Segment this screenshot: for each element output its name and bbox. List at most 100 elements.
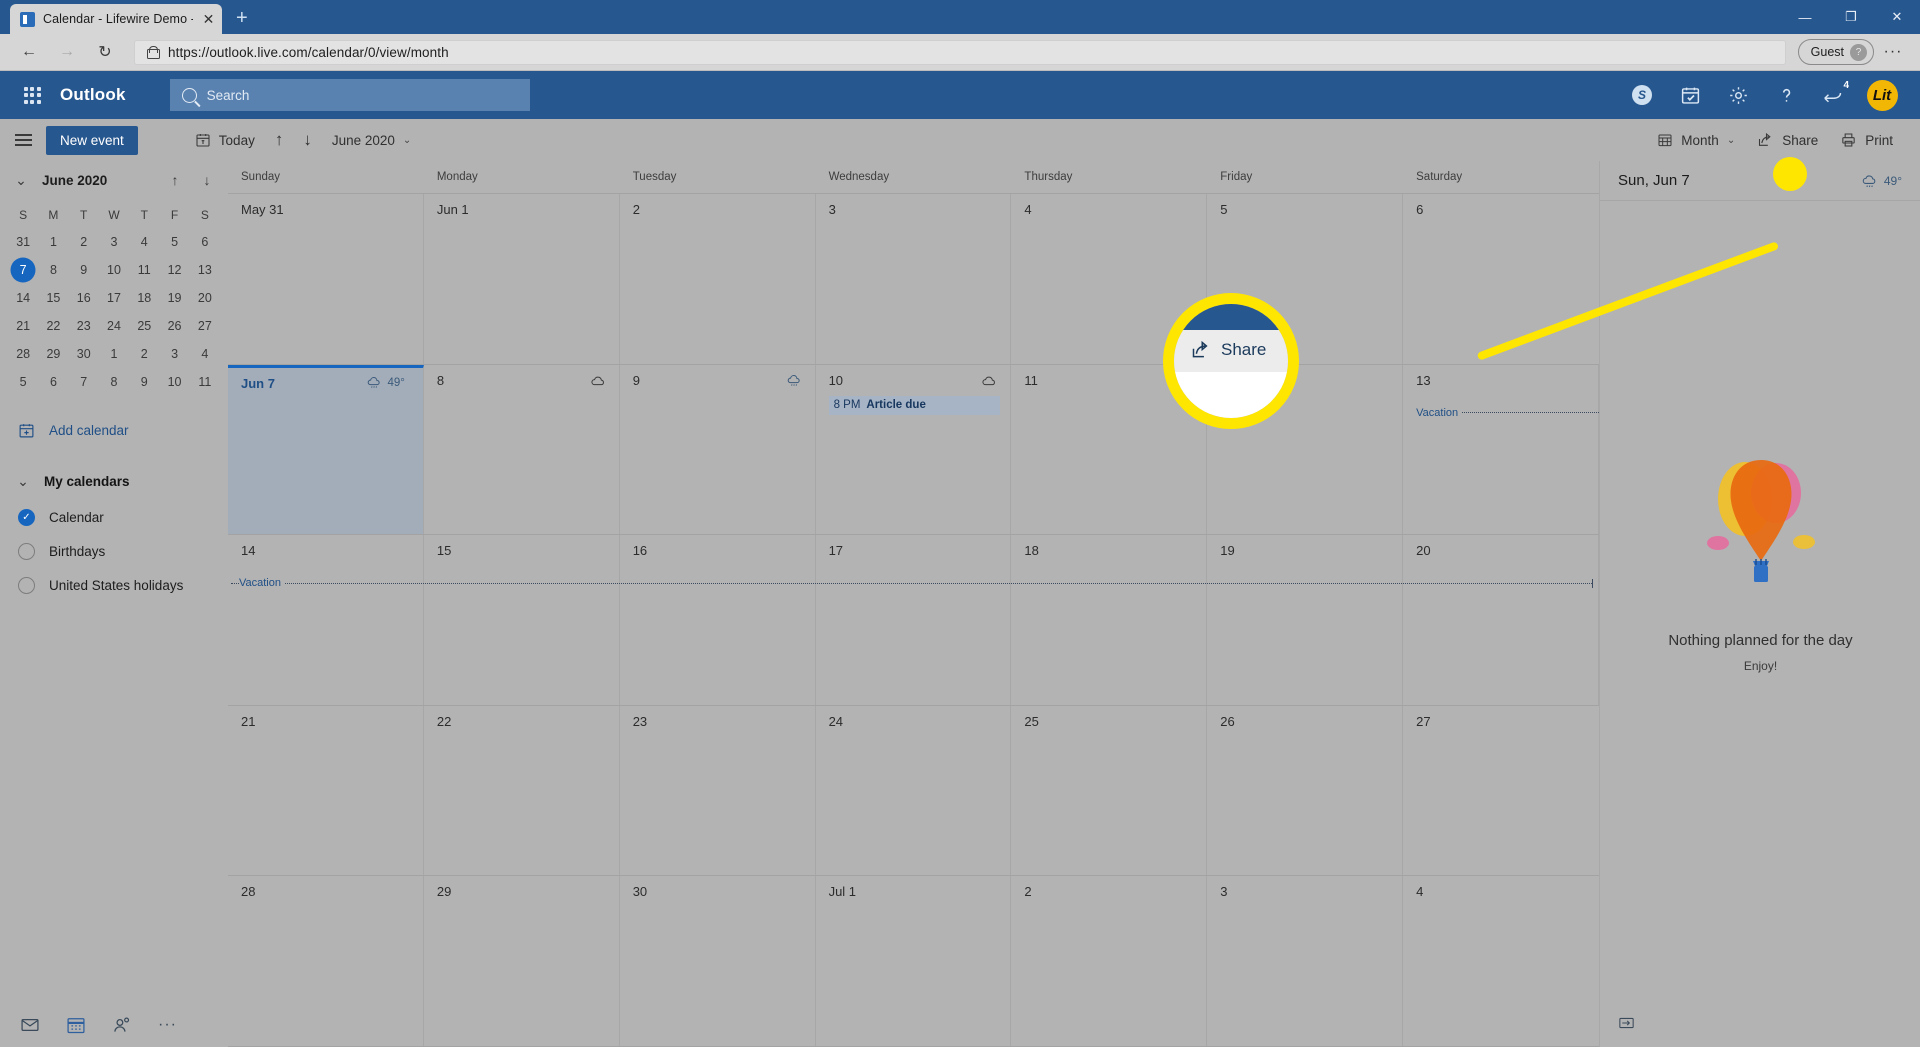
mini-calendar-day[interactable]: 15	[38, 284, 68, 312]
month-day-cell[interactable]: 9	[591, 364, 816, 534]
calendar-item-calendar[interactable]: ✓ Calendar	[0, 500, 228, 534]
calendar-event[interactable]: 8 PM Article due	[828, 395, 1001, 415]
month-day-cell[interactable]: 6	[1403, 194, 1599, 364]
month-day-cell[interactable]: 26	[1207, 705, 1404, 875]
previous-period-button[interactable]: ↑	[266, 124, 293, 156]
month-day-cell[interactable]: 20	[1403, 535, 1599, 705]
notifications-icon[interactable]: 4	[1812, 73, 1856, 117]
minimize-icon[interactable]: —	[1782, 0, 1828, 34]
search-box[interactable]: Search	[169, 79, 530, 111]
month-day-cell[interactable]: Jul 1	[816, 876, 1012, 1046]
close-window-icon[interactable]: ✕	[1874, 0, 1920, 34]
month-day-cell[interactable]: 27	[1403, 706, 1599, 876]
mini-calendar-day[interactable]: 7	[69, 368, 99, 396]
period-picker-button[interactable]: June 2020 ⌄	[323, 124, 420, 156]
month-day-cell[interactable]: 24	[816, 705, 1012, 875]
mini-calendar-day[interactable]: 16	[69, 284, 99, 312]
mail-icon[interactable]	[20, 1015, 40, 1035]
month-day-cell[interactable]: Jun 1	[424, 194, 620, 364]
browser-tab[interactable]: Calendar - Lifewire Demo - Outl ✕	[10, 4, 222, 34]
month-day-cell[interactable]: 17	[816, 535, 1012, 705]
back-icon[interactable]: ←	[12, 37, 46, 67]
month-day-cell[interactable]: 19	[1207, 535, 1404, 705]
mini-calendar-day[interactable]: 1	[99, 340, 129, 368]
more-apps-icon[interactable]: ···	[158, 1016, 177, 1034]
mini-calendar-day[interactable]: 11	[190, 368, 220, 396]
month-day-cell[interactable]: 2	[1011, 876, 1208, 1046]
next-period-button[interactable]: ↓	[294, 124, 321, 156]
month-day-cell[interactable]: 8	[424, 364, 620, 534]
month-day-cell[interactable]: 21	[228, 705, 424, 875]
all-day-event-vacation[interactable]: Vacation	[1416, 407, 1599, 419]
mini-calendar-day[interactable]: 11	[129, 256, 159, 284]
calendar-icon[interactable]	[66, 1015, 86, 1035]
reload-icon[interactable]: ↻	[88, 37, 122, 67]
mini-calendar-day[interactable]: 12	[159, 256, 189, 284]
browser-more-icon[interactable]: ···	[1878, 43, 1908, 61]
agenda-expand-icon[interactable]	[1618, 1016, 1635, 1035]
mini-calendar-day[interactable]: 29	[38, 340, 68, 368]
mini-calendar-day[interactable]: 3	[159, 340, 189, 368]
mini-calendar-day[interactable]: 24	[99, 312, 129, 340]
calendar-item-birthdays[interactable]: Birthdays	[0, 534, 228, 568]
people-icon[interactable]	[112, 1015, 132, 1035]
mini-calendar-day[interactable]: 17	[99, 284, 129, 312]
mini-calendar-day[interactable]: 31	[8, 228, 38, 256]
mini-calendar-day[interactable]: 26	[159, 312, 189, 340]
month-day-cell[interactable]: 18	[1011, 535, 1208, 705]
month-day-cell[interactable]: 30	[620, 876, 816, 1046]
calendar-item-us-holidays[interactable]: United States holidays	[0, 568, 228, 602]
mini-calendar-day[interactable]: 8	[99, 368, 129, 396]
mini-calendar-day[interactable]: 9	[69, 256, 99, 284]
month-day-cell[interactable]: 16	[620, 535, 816, 705]
month-day-cell[interactable]: 14	[228, 535, 424, 705]
mini-calendar-day[interactable]: 13	[190, 256, 220, 284]
checkbox-checked-icon[interactable]: ✓	[18, 508, 35, 526]
month-day-cell[interactable]: 25	[1011, 705, 1208, 875]
month-day-cell[interactable]: 29	[424, 876, 620, 1046]
month-day-cell-today[interactable]: Jun 7 49°	[228, 364, 424, 534]
user-avatar[interactable]: Lit	[1860, 73, 1904, 117]
view-picker-button[interactable]: Month ⌄	[1648, 124, 1744, 156]
add-calendar-button[interactable]: Add calendar	[0, 410, 228, 450]
mini-calendar-day[interactable]: 9	[129, 368, 159, 396]
my-calendars-section-header[interactable]: ⌄ My calendars	[0, 462, 228, 500]
mini-calendar-day[interactable]: 10	[159, 368, 189, 396]
gear-icon[interactable]	[1716, 73, 1760, 117]
checkbox-unchecked-icon[interactable]	[18, 576, 35, 594]
mini-calendar-day-selected[interactable]: 7	[8, 256, 38, 284]
new-tab-button[interactable]: +	[236, 7, 248, 34]
mini-calendar-day[interactable]: 18	[129, 284, 159, 312]
month-day-cell[interactable]: 2	[620, 194, 816, 364]
help-icon[interactable]	[1764, 73, 1808, 117]
mini-prev-month-icon[interactable]: ↑	[164, 172, 186, 188]
mini-calendar-day[interactable]: 27	[190, 312, 220, 340]
mini-calendar-day[interactable]: 28	[8, 340, 38, 368]
callout-share-item[interactable]: Share	[1190, 340, 1266, 360]
mini-calendar-day[interactable]: 21	[8, 312, 38, 340]
month-day-cell[interactable]: 22	[424, 705, 620, 875]
print-button[interactable]: Print	[1831, 124, 1902, 156]
nav-toggle-icon[interactable]	[0, 119, 46, 161]
month-day-cell[interactable]: 3	[816, 194, 1012, 364]
month-day-cell[interactable]: 3	[1207, 876, 1404, 1046]
mini-calendar-day[interactable]: 4	[190, 340, 220, 368]
mini-calendar-day[interactable]: 25	[129, 312, 159, 340]
meet-now-icon[interactable]	[1668, 73, 1712, 117]
tab-close-icon[interactable]: ✕	[201, 12, 216, 26]
chevron-down-icon[interactable]: ⌄	[10, 172, 32, 189]
app-launcher-button[interactable]	[10, 71, 54, 119]
outlook-brand[interactable]: Outlook	[60, 85, 126, 105]
today-button[interactable]: Today	[186, 124, 264, 156]
mini-calendar-day[interactable]: 22	[38, 312, 68, 340]
mini-calendar-day[interactable]: 2	[129, 340, 159, 368]
mini-calendar-day[interactable]: 1	[38, 228, 68, 256]
mini-calendar-day[interactable]: 5	[159, 228, 189, 256]
mini-calendar-day[interactable]: 19	[159, 284, 189, 312]
month-day-cell[interactable]: May 31	[228, 194, 424, 364]
address-bar[interactable]: https://outlook.live.com/calendar/0/view…	[134, 39, 1786, 65]
mini-calendar-day[interactable]: 8	[38, 256, 68, 284]
month-day-cell[interactable]: 13	[1403, 364, 1599, 534]
profile-button[interactable]: Guest ?	[1797, 39, 1874, 65]
mini-calendar-day[interactable]: 4	[129, 228, 159, 256]
